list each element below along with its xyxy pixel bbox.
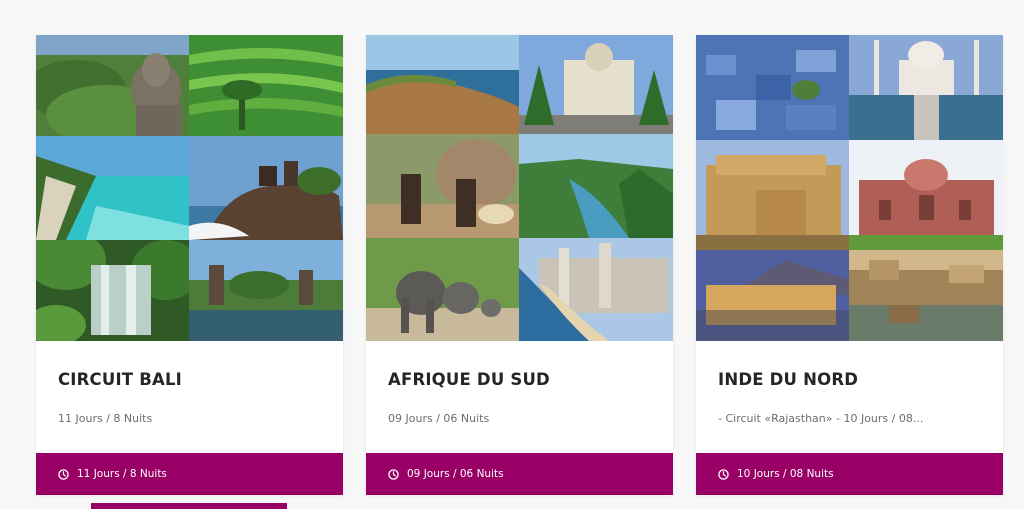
tour-title[interactable]: INDE DU NORD — [718, 370, 858, 389]
tour-subtitle: - Circuit «Rajasthan» - 10 Jours / 08... — [718, 412, 924, 425]
tour-subtitle: 09 Jours / 06 Nuits — [388, 412, 490, 425]
photo-collage[interactable] — [36, 35, 343, 341]
photo-collage[interactable] — [696, 35, 1003, 341]
photo-turquoise-beach — [36, 136, 189, 240]
tour-card-inde-du-nord[interactable]: INDE DU NORD - Circuit «Rajasthan» - 10 … — [696, 35, 1003, 495]
photo-zulu-village — [366, 134, 519, 238]
tour-duration-bar: 11 Jours / 8 Nuits — [36, 453, 343, 495]
photo-green-canyon — [519, 134, 673, 238]
photo-coastal-cliffs — [366, 35, 519, 134]
clock-icon — [58, 468, 69, 480]
tour-duration-bar: 10 Jours / 08 Nuits — [696, 453, 1003, 495]
photo-durban-beachfront — [519, 238, 673, 341]
photo-taj-mahal — [849, 35, 1003, 140]
photo-tanah-lot — [189, 136, 343, 240]
photo-collage[interactable] — [366, 35, 673, 341]
photo-jal-mahal — [696, 250, 849, 341]
tour-duration-bar: 09 Jours / 06 Nuits — [366, 453, 673, 495]
tour-subtitle: 11 Jours / 8 Nuits — [58, 412, 153, 425]
clock-icon — [388, 468, 399, 480]
tour-duration-label: 09 Jours / 06 Nuits — [407, 468, 504, 480]
photo-blue-city — [696, 35, 849, 140]
photo-city-hall — [519, 35, 673, 134]
tour-duration-label: 10 Jours / 08 Nuits — [737, 468, 834, 480]
photo-rice-terraces — [189, 35, 343, 136]
photo-elephants — [366, 238, 519, 341]
photo-buddha-statue — [36, 35, 189, 136]
photo-red-fort-palace — [849, 140, 1003, 250]
photo-jungle-waterfall — [36, 240, 189, 341]
tour-card-bali[interactable]: CIRCUIT BALI 11 Jours / 8 Nuits 11 Jours… — [36, 35, 343, 495]
clock-icon — [718, 468, 729, 480]
photo-jaisalmer-fort — [696, 140, 849, 250]
tour-duration-label: 11 Jours / 8 Nuits — [77, 468, 167, 480]
tour-card-afrique-du-sud[interactable]: AFRIQUE DU SUD 09 Jours / 06 Nuits 09 Jo… — [366, 35, 673, 495]
tour-title[interactable]: AFRIQUE DU SUD — [388, 370, 550, 389]
partial-button-bar[interactable] — [91, 503, 287, 509]
photo-udaipur-palace — [849, 250, 1003, 341]
tour-title[interactable]: CIRCUIT BALI — [58, 370, 182, 389]
photo-water-temple — [189, 240, 343, 341]
